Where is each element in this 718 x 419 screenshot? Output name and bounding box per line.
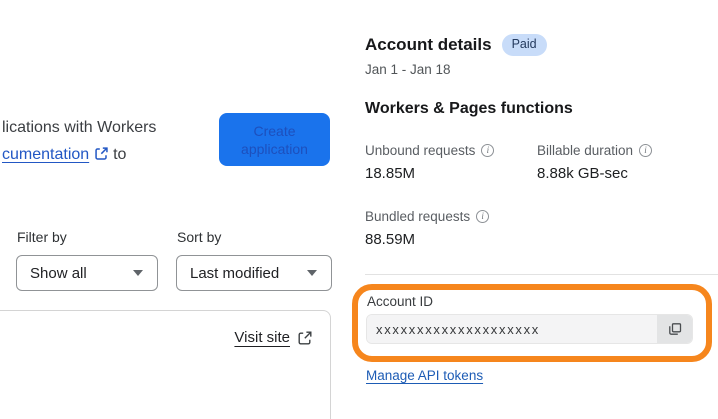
account-details-header: Account details Paid [365,34,547,56]
intro-line-1-text: lications with Workers [2,119,157,136]
filter-dropdown[interactable]: Show all [16,255,158,291]
metric-bundled-requests: Bundled requests i 88.59M [365,209,535,248]
filter-dropdown-value: Show all [30,264,87,282]
account-details-title: Account details [365,35,492,54]
create-application-button[interactable]: Create application [219,113,330,166]
info-icon[interactable]: i [476,210,490,223]
copy-button[interactable] [657,315,692,343]
visit-site-label: Visit site [234,329,290,346]
metric-value: 8.88k GB-sec [537,165,628,182]
metric-value: 88.59M [365,231,416,248]
metric-label: Unbound requests [365,143,476,158]
metric-billable-duration: Billable duration i 8.88k GB-sec [537,143,707,182]
functions-section-title: Workers & Pages functions [365,100,573,117]
sort-dropdown[interactable]: Last modified [176,255,332,291]
metric-unbound-requests: Unbound requests i 18.85M [365,143,535,182]
copy-icon [668,323,681,335]
plan-badge: Paid [501,34,547,56]
metric-label: Billable duration [537,143,634,158]
metric-label-row: Unbound requests i [365,143,535,158]
external-link-icon [298,331,312,344]
intro-line-1: lications with Workers [2,114,156,141]
info-icon[interactable]: i [481,144,495,157]
manage-api-tokens-link[interactable]: Manage API tokens [366,368,483,383]
create-application-label: Create application [241,122,308,157]
intro-line-2-suffix: to [108,146,127,163]
visit-site-link[interactable]: Visit site [234,329,313,346]
project-card: Visit site [0,310,331,419]
sort-dropdown-value: Last modified [190,264,280,282]
info-icon[interactable]: i [639,144,653,157]
section-divider [365,274,718,275]
metric-label: Bundled requests [365,209,471,224]
sort-by-label: Sort by [177,229,222,245]
external-link-icon [94,147,108,160]
documentation-link[interactable]: cumentation [2,146,89,163]
metric-label-row: Billable duration i [537,143,707,158]
metric-value: 18.85M [365,165,416,182]
chevron-down-icon [133,270,143,276]
intro-line-2: cumentation to [2,141,156,168]
intro-text: lications with Workers cumentation to [2,114,156,168]
chevron-down-icon [307,270,317,276]
account-id-group: xxxxxxxxxxxxxxxxxxxx [366,314,693,344]
filter-by-label: Filter by [17,229,67,245]
metric-label-row: Bundled requests i [365,209,535,224]
billing-date-range: Jan 1 - Jan 18 [365,62,451,77]
account-id-field[interactable]: xxxxxxxxxxxxxxxxxxxx [367,315,657,343]
account-id-label: Account ID [367,294,434,309]
